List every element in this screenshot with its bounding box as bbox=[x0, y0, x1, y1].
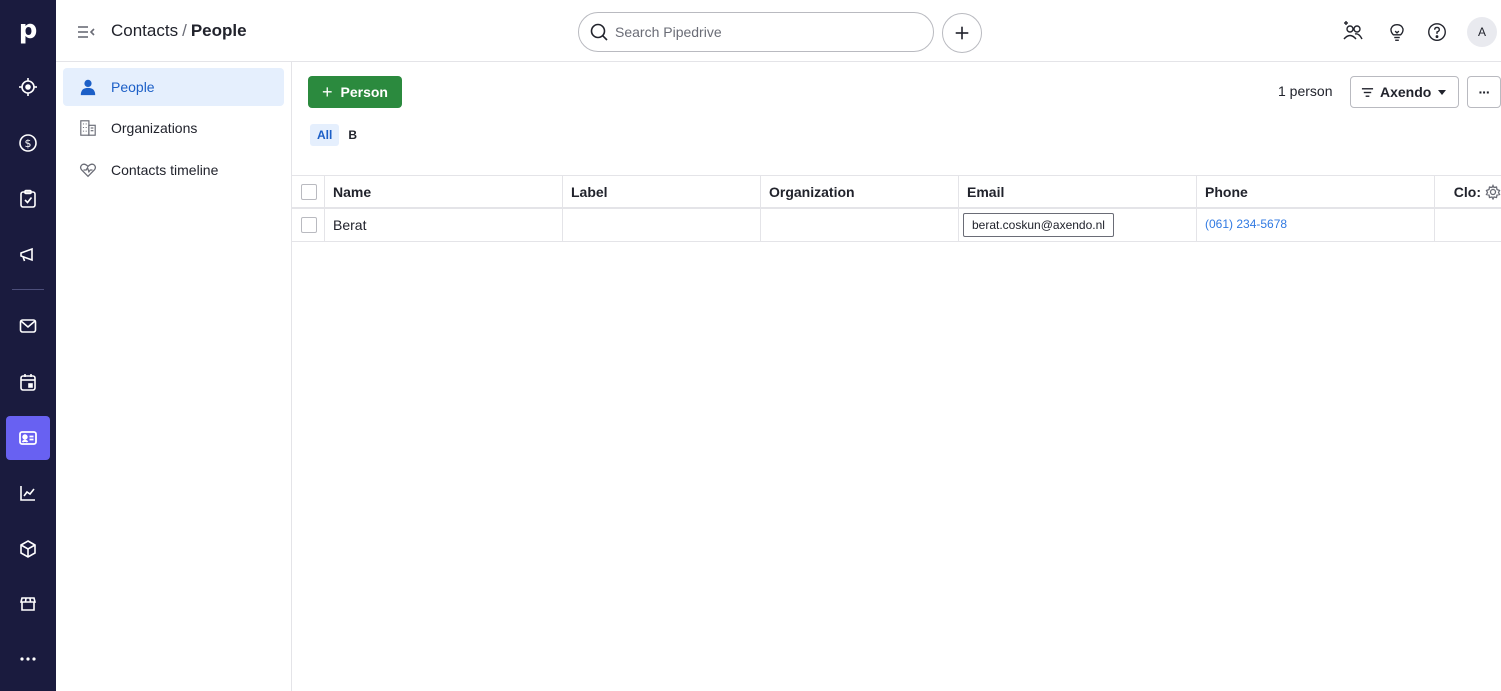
person-icon bbox=[78, 77, 98, 97]
more-icon[interactable] bbox=[6, 637, 50, 681]
rail-divider bbox=[12, 289, 44, 290]
cell-name[interactable]: Berat bbox=[325, 209, 563, 241]
alpha-filter-all[interactable]: All bbox=[310, 124, 340, 146]
lightbulb-icon[interactable] bbox=[1385, 20, 1409, 44]
alphabet-filter: All B bbox=[310, 124, 366, 146]
insights-icon[interactable] bbox=[6, 471, 50, 515]
sidebar-item-contacts-timeline[interactable]: Contacts timeline bbox=[63, 151, 284, 189]
avatar[interactable]: A bbox=[1467, 17, 1497, 47]
main-content: + Person 1 person Axendo ··· All B Name L… bbox=[292, 62, 1501, 691]
invite-users-icon[interactable] bbox=[1341, 19, 1365, 43]
add-person-button[interactable]: + Person bbox=[308, 76, 402, 108]
cell-phone[interactable]: (061) 234-5678 bbox=[1197, 209, 1435, 241]
record-count: 1 person bbox=[1278, 83, 1333, 99]
collapse-menu-icon[interactable] bbox=[76, 22, 96, 42]
sidebar-item-organizations[interactable]: Organizations bbox=[63, 109, 284, 147]
breadcrumb: Contacts / People bbox=[111, 21, 247, 41]
column-header-phone[interactable]: Phone bbox=[1197, 176, 1435, 207]
filter-icon bbox=[1361, 87, 1374, 97]
contacts-icon[interactable] bbox=[6, 416, 50, 460]
svg-text:$: $ bbox=[25, 137, 32, 150]
top-bar: Contacts/People A bbox=[56, 0, 1501, 62]
chevron-down-icon bbox=[1438, 89, 1447, 95]
calendar-icon[interactable] bbox=[6, 360, 50, 404]
leads-icon[interactable] bbox=[6, 65, 50, 109]
sidebar-item-label: Organizations bbox=[111, 120, 198, 136]
select-all-checkbox[interactable] bbox=[301, 183, 317, 200]
cell-organization[interactable] bbox=[761, 209, 959, 241]
row-checkbox[interactable] bbox=[301, 217, 317, 233]
filter-label: Axendo bbox=[1380, 84, 1432, 100]
contacts-sidebar: People Organizations Contacts timeline bbox=[56, 62, 292, 691]
phone-link[interactable]: (061) 234-5678 bbox=[1205, 217, 1287, 231]
heart-pulse-icon bbox=[78, 160, 98, 180]
sidebar-item-label: Contacts timeline bbox=[111, 162, 219, 178]
mail-icon[interactable] bbox=[6, 304, 50, 348]
column-settings-icon[interactable] bbox=[1485, 184, 1501, 201]
marketplace-icon[interactable] bbox=[6, 582, 50, 626]
help-icon[interactable] bbox=[1425, 20, 1449, 44]
cell-closed[interactable] bbox=[1435, 209, 1501, 241]
plus-icon: + bbox=[322, 82, 333, 102]
pipedrive-logo[interactable]: p bbox=[0, 12, 56, 48]
search-input[interactable] bbox=[615, 21, 915, 43]
people-table: Name Label Organization Email Phone Clo:… bbox=[292, 175, 1501, 242]
cell-email[interactable]: berat.coskun@axendo.nl bbox=[959, 209, 1197, 241]
table-row[interactable]: Berat berat.coskun@axendo.nl (061) 234-5… bbox=[292, 209, 1501, 242]
cell-label[interactable] bbox=[563, 209, 761, 241]
column-header-email[interactable]: Email bbox=[959, 176, 1197, 207]
email-field[interactable]: berat.coskun@axendo.nl bbox=[963, 213, 1114, 237]
campaigns-icon[interactable] bbox=[6, 233, 50, 277]
select-all-cell bbox=[292, 176, 325, 207]
sidebar-item-people[interactable]: People bbox=[63, 68, 284, 106]
add-person-label: Person bbox=[340, 84, 388, 100]
filter-button[interactable]: Axendo bbox=[1350, 76, 1459, 108]
app-nav-rail: p $ bbox=[0, 0, 56, 691]
column-header-label[interactable]: Label bbox=[563, 176, 761, 207]
column-header-organization[interactable]: Organization bbox=[761, 176, 959, 207]
sidebar-item-label: People bbox=[111, 79, 155, 95]
column-header-name[interactable]: Name bbox=[325, 176, 563, 207]
deals-icon[interactable]: $ bbox=[6, 121, 50, 165]
alpha-filter-b[interactable]: B bbox=[341, 124, 364, 146]
breadcrumb-parent[interactable]: Contacts bbox=[111, 21, 178, 40]
search-icon bbox=[590, 23, 608, 41]
plus-icon bbox=[955, 26, 969, 40]
global-search[interactable] bbox=[578, 12, 934, 52]
row-select-cell bbox=[292, 209, 325, 241]
page-title: People bbox=[190, 21, 247, 40]
building-icon bbox=[78, 118, 98, 138]
more-actions-button[interactable]: ··· bbox=[1467, 76, 1501, 108]
activities-icon[interactable] bbox=[6, 177, 50, 221]
table-header-row: Name Label Organization Email Phone Clo: bbox=[292, 175, 1501, 209]
quick-add-button[interactable] bbox=[942, 13, 982, 53]
products-icon[interactable] bbox=[6, 527, 50, 571]
breadcrumb-separator: / bbox=[182, 21, 187, 40]
